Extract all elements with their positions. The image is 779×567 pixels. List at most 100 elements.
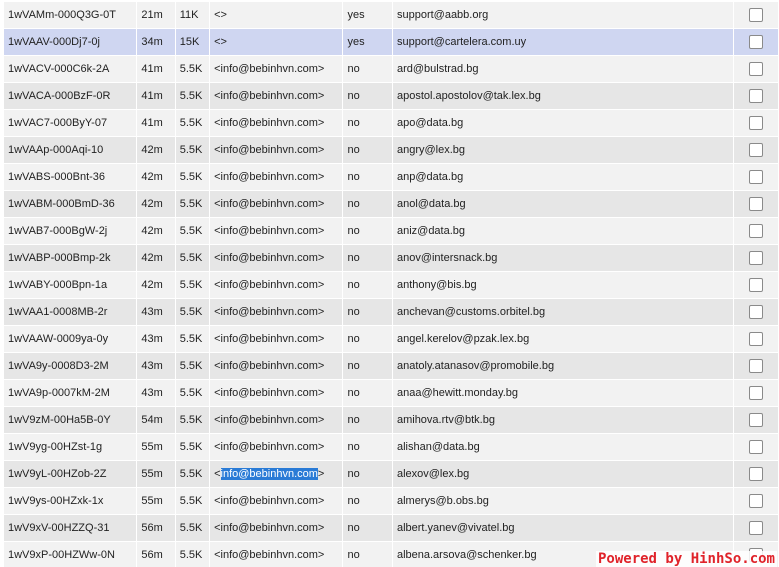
- row-select-cell: [733, 488, 778, 514]
- row-checkbox[interactable]: [748, 521, 763, 535]
- message-id: 1wV9yg-00HZst-1g: [4, 434, 137, 460]
- message-frozen: yes: [343, 29, 392, 55]
- row-select-cell: [733, 515, 778, 541]
- sender-selected-text[interactable]: info@bebinhvn.com: [220, 468, 318, 480]
- row-select-cell: [733, 245, 778, 271]
- row-checkbox[interactable]: [748, 62, 763, 76]
- message-recipient: alishan@data.bg: [392, 434, 733, 460]
- message-frozen: no: [343, 461, 392, 487]
- table-row[interactable]: 1wV9zM-00Ha5B-0Y 54m 5.5K <info@bebinhvn…: [4, 407, 778, 433]
- row-checkbox[interactable]: [748, 35, 763, 49]
- table-row[interactable]: 1wVABY-000Bpn-1a 42m 5.5K <info@bebinhvn…: [4, 272, 778, 298]
- message-age: 43m: [137, 299, 175, 325]
- message-size: 5.5K: [175, 137, 210, 163]
- message-size: 5.5K: [175, 380, 210, 406]
- row-checkbox[interactable]: [748, 89, 763, 103]
- message-id: 1wV9xV-00HZZQ-31: [4, 515, 137, 541]
- message-id: 1wVAB7-000BgW-2j: [4, 218, 137, 244]
- row-select-cell: [733, 137, 778, 163]
- row-checkbox[interactable]: [748, 143, 763, 157]
- table-row[interactable]: 1wV9yL-00HZob-2Z 55m 5.5K <info@bebinhvn…: [4, 461, 778, 487]
- message-recipient: apo@data.bg: [392, 110, 733, 136]
- row-checkbox[interactable]: [748, 332, 763, 346]
- message-frozen: no: [343, 380, 392, 406]
- row-checkbox[interactable]: [748, 224, 763, 238]
- table-row[interactable]: 1wV9ys-00HZxk-1x 55m 5.5K <info@bebinhvn…: [4, 488, 778, 514]
- row-select-cell: [733, 461, 778, 487]
- message-frozen: no: [343, 353, 392, 379]
- row-checkbox[interactable]: [748, 467, 763, 481]
- table-row[interactable]: 1wVABS-000Bnt-36 42m 5.5K <info@bebinhvn…: [4, 164, 778, 190]
- message-sender: <info@bebinhvn.com>: [210, 434, 343, 460]
- row-select-cell: [733, 272, 778, 298]
- row-select-cell: [733, 434, 778, 460]
- message-recipient: anchevan@customs.orbitel.bg: [392, 299, 733, 325]
- table-row[interactable]: 1wVAB7-000BgW-2j 42m 5.5K <info@bebinhvn…: [4, 218, 778, 244]
- message-sender: <info@bebinhvn.com>: [210, 110, 343, 136]
- row-checkbox[interactable]: [748, 305, 763, 319]
- row-checkbox[interactable]: [748, 440, 763, 454]
- message-id: 1wVABS-000Bnt-36: [4, 164, 137, 190]
- message-id: 1wVAMm-000Q3G-0T: [4, 2, 137, 28]
- message-sender: <info@bebinhvn.com>: [210, 407, 343, 433]
- message-id: 1wV9ys-00HZxk-1x: [4, 488, 137, 514]
- table-row[interactable]: 1wVAMm-000Q3G-0T 21m 11K <> yes support@…: [4, 2, 778, 28]
- row-checkbox[interactable]: [748, 170, 763, 184]
- message-age: 42m: [137, 137, 175, 163]
- table-row[interactable]: 1wVACV-000C6k-2A 41m 5.5K <info@bebinhvn…: [4, 56, 778, 82]
- message-id: 1wVAA1-0008MB-2r: [4, 299, 137, 325]
- message-size: 5.5K: [175, 245, 210, 271]
- watermark-text: Powered by HinhSo.com: [595, 551, 777, 567]
- message-id: 1wVA9y-0008D3-2M: [4, 353, 137, 379]
- message-recipient: anov@intersnack.bg: [392, 245, 733, 271]
- row-select-cell: [733, 164, 778, 190]
- message-age: 42m: [137, 218, 175, 244]
- message-age: 55m: [137, 461, 175, 487]
- table-row[interactable]: 1wVA9y-0008D3-2M 43m 5.5K <info@bebinhvn…: [4, 353, 778, 379]
- table-row[interactable]: 1wVABM-000BmD-36 42m 5.5K <info@bebinhvn…: [4, 191, 778, 217]
- table-row[interactable]: 1wVAAV-000Dj7-0j 34m 15K <> yes support@…: [4, 29, 778, 55]
- table-row[interactable]: 1wVAA1-0008MB-2r 43m 5.5K <info@bebinhvn…: [4, 299, 778, 325]
- message-id: 1wV9yL-00HZob-2Z: [4, 461, 137, 487]
- table-row[interactable]: 1wV9xV-00HZZQ-31 56m 5.5K <info@bebinhvn…: [4, 515, 778, 541]
- row-checkbox[interactable]: [748, 413, 763, 427]
- row-checkbox[interactable]: [748, 359, 763, 373]
- row-checkbox[interactable]: [748, 197, 763, 211]
- message-id: 1wVABY-000Bpn-1a: [4, 272, 137, 298]
- message-id: 1wVACV-000C6k-2A: [4, 56, 137, 82]
- message-size: 5.5K: [175, 326, 210, 352]
- table-row[interactable]: 1wVABP-000Bmp-2k 42m 5.5K <info@bebinhvn…: [4, 245, 778, 271]
- message-size: 5.5K: [175, 110, 210, 136]
- message-sender: <info@bebinhvn.com>: [210, 488, 343, 514]
- sender-prefix: <: [214, 468, 221, 480]
- message-size: 5.5K: [175, 434, 210, 460]
- row-select-cell: [733, 326, 778, 352]
- sender-suffix: >: [317, 468, 325, 480]
- message-id: 1wVAAW-0009ya-0y: [4, 326, 137, 352]
- message-frozen: no: [343, 245, 392, 271]
- row-checkbox[interactable]: [748, 251, 763, 265]
- row-checkbox[interactable]: [748, 386, 763, 400]
- message-frozen: no: [343, 326, 392, 352]
- message-age: 42m: [137, 245, 175, 271]
- table-row[interactable]: 1wVAC7-000ByY-07 41m 5.5K <info@bebinhvn…: [4, 110, 778, 136]
- message-recipient: amihova.rtv@btk.bg: [392, 407, 733, 433]
- row-checkbox[interactable]: [748, 8, 763, 22]
- table-row[interactable]: 1wV9yg-00HZst-1g 55m 5.5K <info@bebinhvn…: [4, 434, 778, 460]
- message-frozen: no: [343, 56, 392, 82]
- row-select-cell: [733, 29, 778, 55]
- message-sender: <info@bebinhvn.com>: [210, 461, 343, 487]
- table-row[interactable]: 1wVA9p-0007kM-2M 43m 5.5K <info@bebinhvn…: [4, 380, 778, 406]
- message-age: 43m: [137, 353, 175, 379]
- row-checkbox[interactable]: [748, 116, 763, 130]
- row-checkbox[interactable]: [748, 278, 763, 292]
- table-row[interactable]: 1wVACA-000BzF-0R 41m 5.5K <info@bebinhvn…: [4, 83, 778, 109]
- message-recipient: almerys@b.obs.bg: [392, 488, 733, 514]
- table-row[interactable]: 1wVAAp-000Aqi-10 42m 5.5K <info@bebinhvn…: [4, 137, 778, 163]
- table-row[interactable]: 1wVAAW-0009ya-0y 43m 5.5K <info@bebinhvn…: [4, 326, 778, 352]
- mail-queue-view: 1wVAMm-000Q3G-0T 21m 11K <> yes support@…: [0, 0, 779, 567]
- message-recipient: apostol.apostolov@tak.lex.bg: [392, 83, 733, 109]
- message-size: 11K: [175, 2, 210, 28]
- message-sender: <>: [210, 2, 343, 28]
- row-checkbox[interactable]: [748, 494, 763, 508]
